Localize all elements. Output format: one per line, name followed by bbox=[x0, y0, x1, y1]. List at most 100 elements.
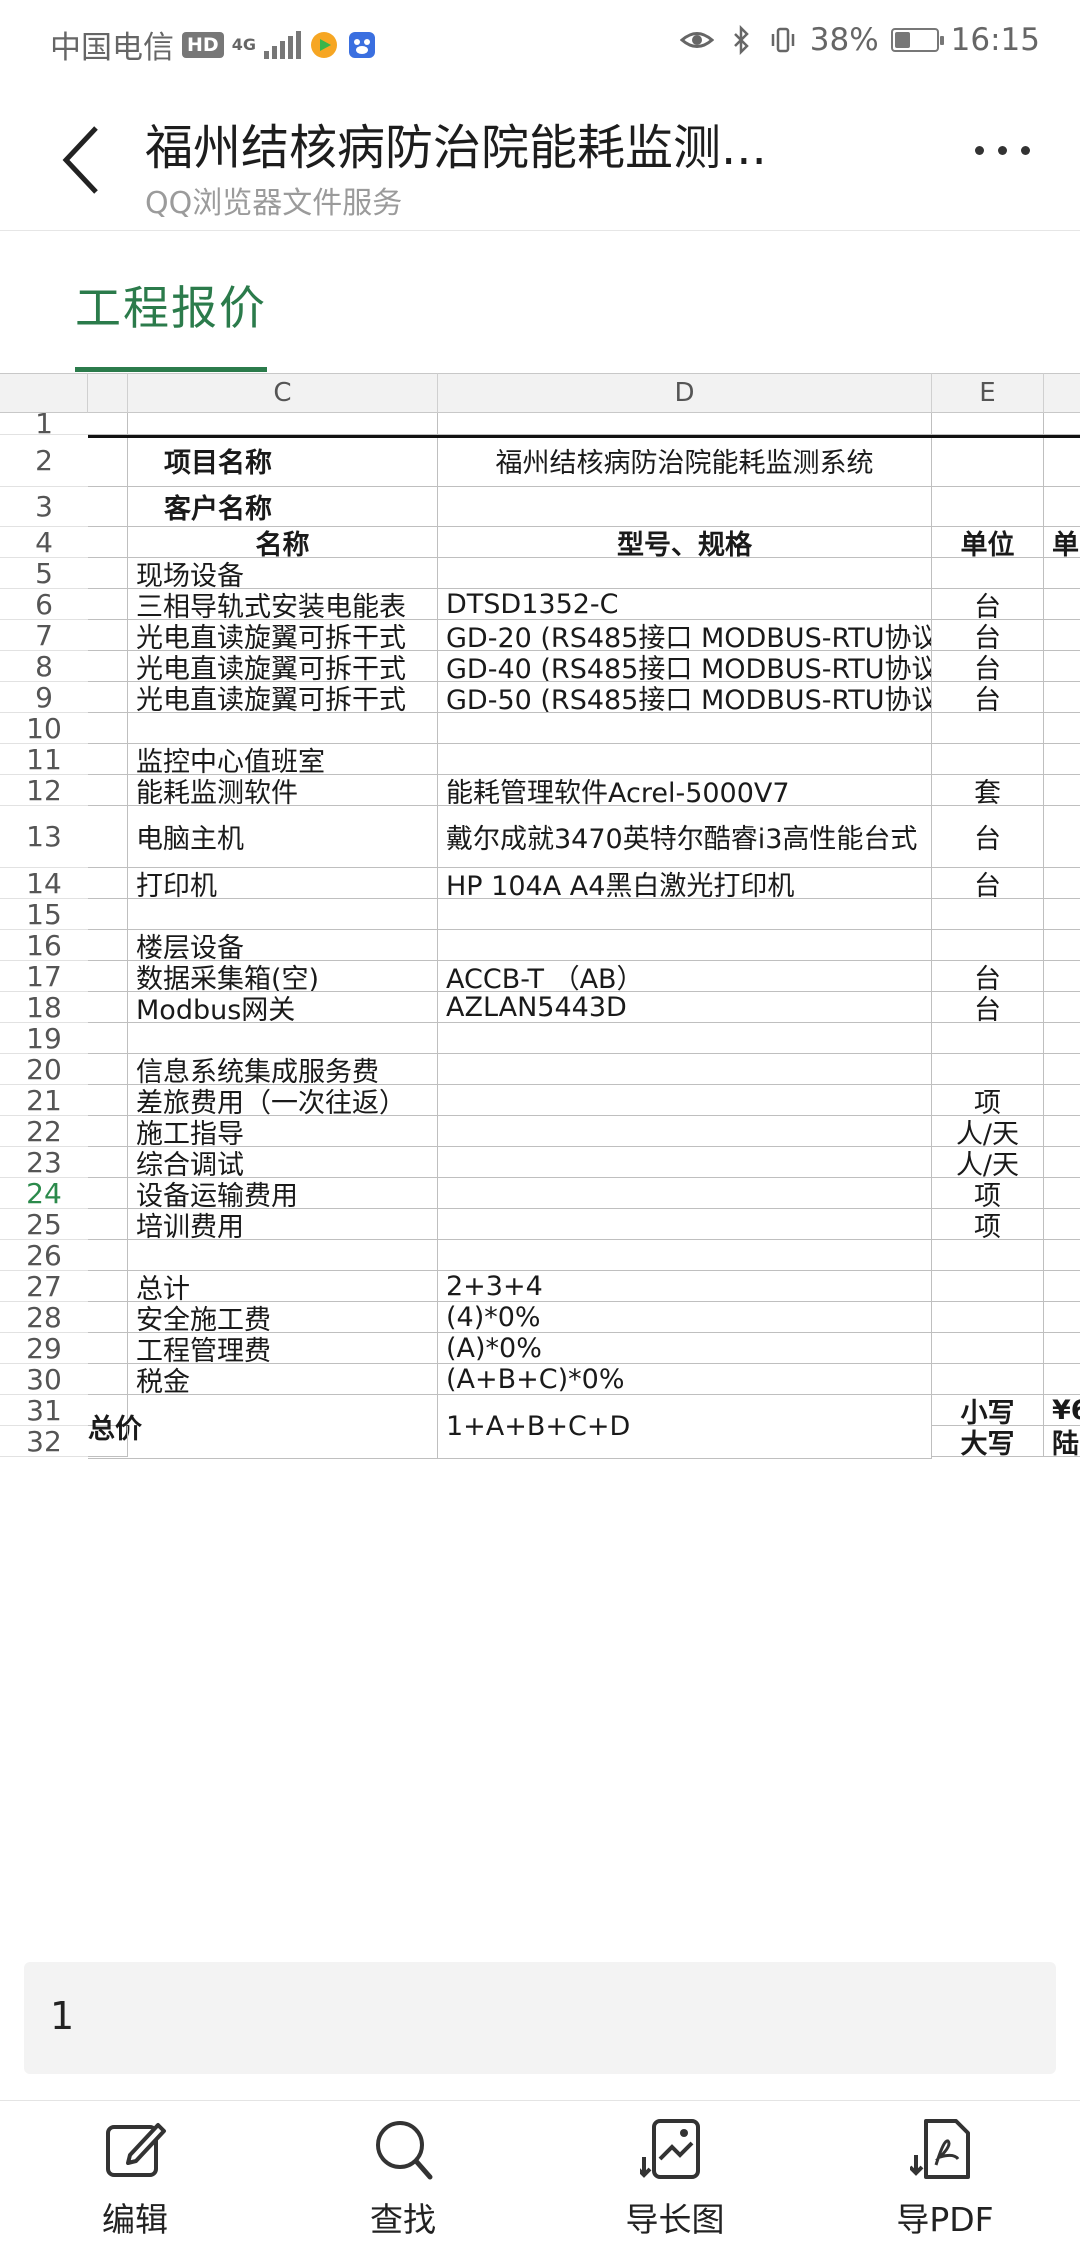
cell-d[interactable] bbox=[438, 413, 932, 435]
cell-b[interactable] bbox=[88, 1054, 128, 1085]
cell-f[interactable] bbox=[1044, 992, 1080, 1023]
cell-d[interactable] bbox=[438, 558, 932, 589]
cell-f[interactable]: 陆 bbox=[1044, 1426, 1080, 1457]
cell-f[interactable]: 单 bbox=[1044, 527, 1080, 558]
more-options-icon[interactable] bbox=[975, 146, 1030, 155]
cell-b[interactable] bbox=[88, 558, 128, 589]
cell-total-label[interactable]: 总价 bbox=[88, 1395, 438, 1459]
cell-b[interactable] bbox=[88, 589, 128, 620]
cell-b[interactable] bbox=[88, 1085, 128, 1116]
cell-e[interactable] bbox=[932, 1054, 1044, 1085]
cell-b[interactable] bbox=[88, 413, 128, 435]
cell-b[interactable] bbox=[88, 1271, 128, 1302]
cell-d[interactable] bbox=[438, 1178, 932, 1209]
cell-c[interactable]: 电脑主机 bbox=[128, 806, 438, 868]
cell-b[interactable] bbox=[88, 1209, 128, 1240]
cell-d[interactable] bbox=[438, 1023, 932, 1054]
row-number[interactable]: 3 bbox=[0, 487, 88, 527]
cell-f[interactable] bbox=[1044, 589, 1080, 620]
cell-d[interactable] bbox=[438, 899, 932, 930]
cell-c[interactable]: 监控中心值班室 bbox=[128, 744, 438, 775]
cell-f[interactable] bbox=[1044, 1085, 1080, 1116]
cell-d[interactable]: 型号、规格 bbox=[438, 527, 932, 558]
export-pdf-button[interactable]: 导PDF bbox=[860, 2115, 1030, 2241]
row-number[interactable]: 14 bbox=[0, 867, 88, 900]
cell-c[interactable]: 能耗监测软件 bbox=[128, 775, 438, 806]
cell-f[interactable] bbox=[1044, 1271, 1080, 1302]
cell-c[interactable]: 工程管理费 bbox=[128, 1333, 438, 1364]
cell-d[interactable]: ACCB-T （AB） bbox=[438, 961, 932, 992]
cell-b[interactable] bbox=[88, 527, 128, 558]
cell-c[interactable]: 信息系统集成服务费 bbox=[128, 1054, 438, 1085]
cell-e[interactable] bbox=[932, 1271, 1044, 1302]
cell-e[interactable]: 台 bbox=[932, 651, 1044, 682]
cell-e[interactable]: 台 bbox=[932, 589, 1044, 620]
cell-d[interactable]: (4)*0% bbox=[438, 1302, 932, 1333]
column-header-f[interactable] bbox=[1044, 373, 1080, 413]
cell-f[interactable] bbox=[1044, 930, 1080, 961]
column-header-b[interactable] bbox=[88, 373, 128, 413]
row-number[interactable]: 32 bbox=[0, 1425, 88, 1458]
cell-d[interactable] bbox=[438, 1054, 932, 1085]
cell-f[interactable] bbox=[1044, 1023, 1080, 1054]
cell-e[interactable] bbox=[932, 487, 1044, 527]
row-number[interactable]: 22 bbox=[0, 1115, 88, 1148]
cell-e[interactable]: 台 bbox=[932, 992, 1044, 1023]
cell-c[interactable]: 现场设备 bbox=[128, 558, 438, 589]
row-number[interactable]: 12 bbox=[0, 774, 88, 807]
row-number[interactable]: 10 bbox=[0, 712, 88, 745]
cell-d[interactable] bbox=[438, 1116, 932, 1147]
cell-d[interactable]: 2+3+4 bbox=[438, 1271, 932, 1302]
cell-f[interactable] bbox=[1044, 775, 1080, 806]
cell-c[interactable]: 培训费用 bbox=[128, 1209, 438, 1240]
cell-total-formula[interactable]: 1+A+B+C+D bbox=[438, 1395, 932, 1459]
cell-e[interactable]: 单位 bbox=[932, 527, 1044, 558]
cell-e[interactable] bbox=[932, 1240, 1044, 1271]
cell-d[interactable]: 福州结核病防治院能耗监测系统 bbox=[438, 435, 932, 487]
cell-f[interactable] bbox=[1044, 435, 1080, 487]
row-number[interactable]: 1 bbox=[0, 407, 88, 440]
cell-b[interactable] bbox=[88, 961, 128, 992]
cell-d[interactable]: DTSD1352-C bbox=[438, 589, 932, 620]
row-number[interactable]: 7 bbox=[0, 619, 88, 652]
row-number[interactable]: 23 bbox=[0, 1146, 88, 1179]
row-number[interactable]: 27 bbox=[0, 1270, 88, 1303]
export-long-image-button[interactable]: 导长图 bbox=[590, 2115, 760, 2241]
row-number[interactable]: 9 bbox=[0, 681, 88, 714]
cell-e[interactable]: 小写 bbox=[932, 1395, 1044, 1426]
cell-f[interactable] bbox=[1044, 1333, 1080, 1364]
back-arrow-icon[interactable] bbox=[56, 120, 116, 200]
cell-f[interactable] bbox=[1044, 682, 1080, 713]
cell-c[interactable]: 差旅费用（一次往返） bbox=[128, 1085, 438, 1116]
cell-e[interactable]: 台 bbox=[932, 806, 1044, 868]
row-number[interactable]: 11 bbox=[0, 743, 88, 776]
cell-d[interactable] bbox=[438, 487, 932, 527]
cell-e[interactable] bbox=[932, 930, 1044, 961]
cell-d[interactable]: 戴尔成就3470英特尔酷睿i3高性能台式 bbox=[438, 806, 932, 868]
row-number[interactable]: 30 bbox=[0, 1363, 88, 1396]
cell-f[interactable] bbox=[1044, 1302, 1080, 1333]
tab-project-quote[interactable]: 工程报价 bbox=[75, 272, 267, 338]
cell-e[interactable]: 项 bbox=[932, 1178, 1044, 1209]
cell-c[interactable] bbox=[128, 1240, 438, 1271]
cell-c[interactable]: 设备运输费用 bbox=[128, 1178, 438, 1209]
cell-f[interactable] bbox=[1044, 1147, 1080, 1178]
cell-b[interactable] bbox=[88, 744, 128, 775]
row-number[interactable]: 29 bbox=[0, 1332, 88, 1365]
cell-f[interactable] bbox=[1044, 713, 1080, 744]
cell-b[interactable] bbox=[88, 868, 128, 899]
cell-b[interactable] bbox=[88, 806, 128, 868]
cell-e[interactable]: 项 bbox=[932, 1209, 1044, 1240]
cell-b[interactable] bbox=[88, 1116, 128, 1147]
row-number[interactable]: 4 bbox=[0, 526, 88, 559]
cell-f[interactable] bbox=[1044, 961, 1080, 992]
cell-e[interactable]: 台 bbox=[932, 682, 1044, 713]
cell-c[interactable] bbox=[128, 899, 438, 930]
cell-d[interactable] bbox=[438, 1085, 932, 1116]
cell-d[interactable] bbox=[438, 930, 932, 961]
cell-c[interactable]: 施工指导 bbox=[128, 1116, 438, 1147]
column-header-d[interactable]: D bbox=[438, 373, 932, 413]
cell-f[interactable] bbox=[1044, 1240, 1080, 1271]
row-number[interactable]: 26 bbox=[0, 1239, 88, 1272]
cell-d[interactable]: GD-20 (RS485接口 MODBUS-RTU协议 bbox=[438, 620, 932, 651]
